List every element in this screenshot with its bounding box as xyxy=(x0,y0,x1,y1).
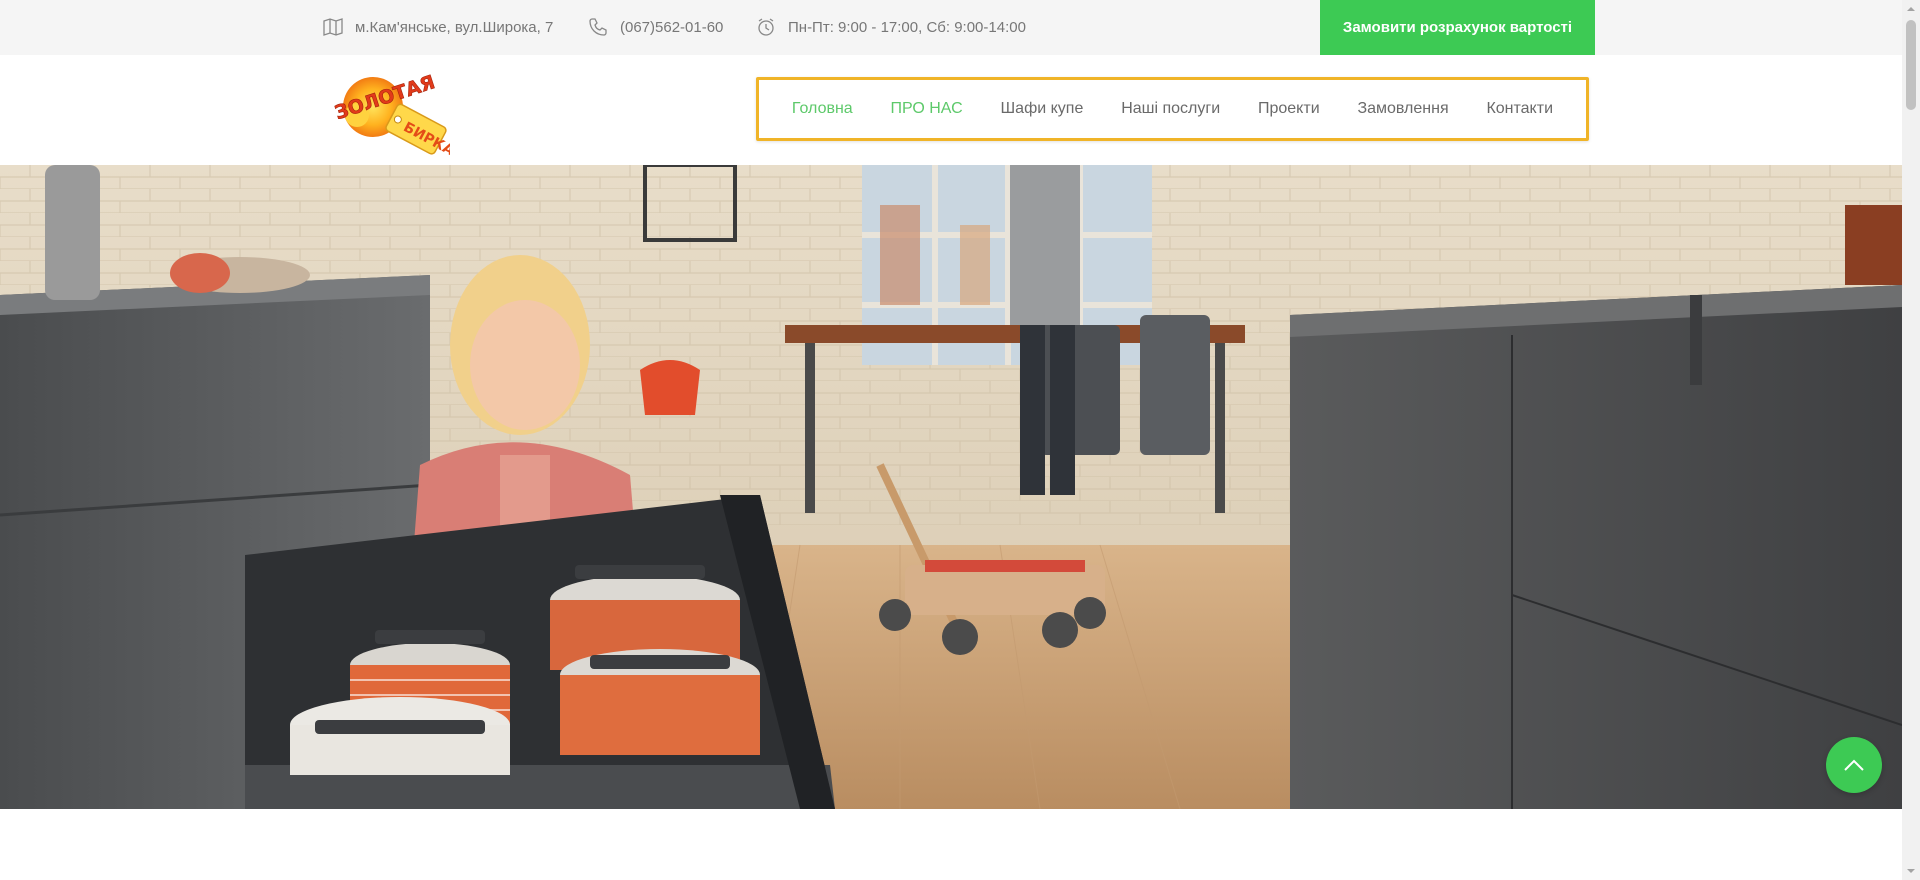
phone-text[interactable]: (067)562-01-60 xyxy=(620,19,723,36)
order-estimate-button[interactable]: Замовити розрахунок вартості xyxy=(1320,0,1595,55)
nav-item-orders[interactable]: Замовлення xyxy=(1357,100,1448,118)
map-icon xyxy=(323,18,343,36)
chevron-up-icon xyxy=(1844,759,1864,771)
nav-item-about[interactable]: ПРО НАС xyxy=(891,100,963,118)
nav-item-home[interactable]: Головна xyxy=(792,100,853,118)
nav-item-services[interactable]: Наші послуги xyxy=(1121,100,1220,118)
address-info: м.Кам'янське, вул.Широка, 7 xyxy=(323,15,553,39)
phone-info: (067)562-01-60 xyxy=(588,15,723,39)
scrollbar-thumb[interactable] xyxy=(1906,20,1916,110)
main-navigation: Головна ПРО НАС Шафи купе Наші послуги П… xyxy=(756,77,1589,141)
logo-graphic: БИРКА ЗОЛОТАЯ xyxy=(332,71,457,159)
scroll-down-arrow-icon[interactable] xyxy=(1906,866,1916,876)
nav-item-projects[interactable]: Проекти xyxy=(1258,100,1320,118)
site-header: БИРКА ЗОЛОТАЯ Головна ПРО НАС Шафи купе … xyxy=(0,55,1902,165)
page-scrollbar[interactable] xyxy=(1902,0,1920,880)
back-to-top-button[interactable] xyxy=(1826,737,1882,793)
phone-icon xyxy=(589,18,607,36)
address-text: м.Кам'янське, вул.Широка, 7 xyxy=(355,18,554,36)
top-info-bar: м.Кам'янське, вул.Широка, 7 (067)562-01-… xyxy=(0,0,1902,55)
site-logo[interactable]: БИРКА ЗОЛОТАЯ xyxy=(325,57,457,165)
hero-banner-image xyxy=(0,165,1902,809)
nav-item-contacts[interactable]: Контакти xyxy=(1486,100,1553,118)
hours-text: Пн-Пт: 9:00 - 17:00, Сб: 9:00-14:00 xyxy=(788,18,1026,36)
scroll-up-arrow-icon[interactable] xyxy=(1906,4,1916,14)
nav-item-wardrobes[interactable]: Шафи купе xyxy=(1001,100,1084,118)
alarm-clock-icon xyxy=(758,18,774,36)
hours-info: Пн-Пт: 9:00 - 17:00, Сб: 9:00-14:00 xyxy=(756,15,1026,39)
